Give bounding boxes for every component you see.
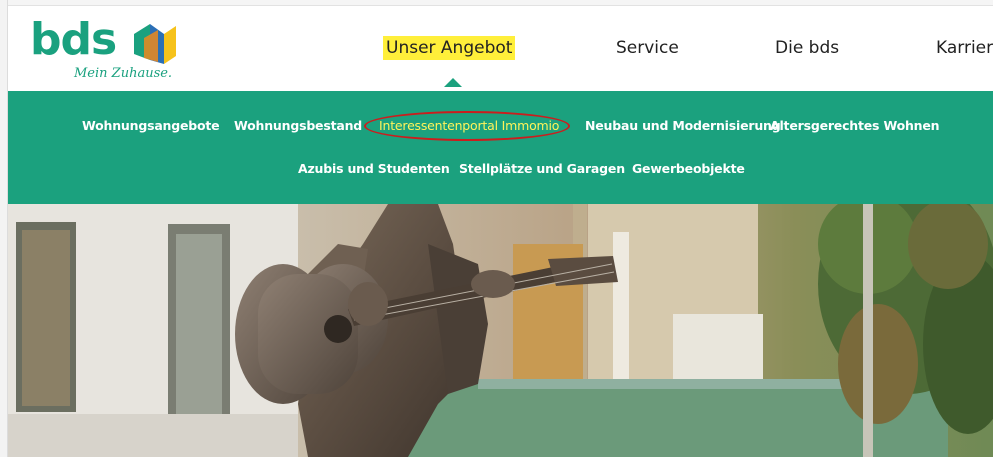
- submenu-item-gewerbeobjekte[interactable]: Gewerbeobjekte: [632, 161, 745, 176]
- site-header: bds Mein Zuhause. Unser Angebot Service …: [8, 6, 993, 91]
- submenu-item-interessentenportal[interactable]: Interessentenportal Immomio: [379, 118, 559, 133]
- active-nav-caret: [444, 78, 462, 87]
- logo-wordmark: bds: [30, 14, 117, 65]
- nav-service[interactable]: Service: [616, 38, 679, 58]
- submenu-item-stellplaetze[interactable]: Stellplätze und Garagen: [459, 161, 625, 176]
- nav-label: Unser Angebot: [383, 36, 516, 60]
- nav-unser-angebot[interactable]: Unser Angebot: [383, 36, 516, 60]
- submenu: Wohnungsangebote Wohnungsbestand Interes…: [8, 91, 993, 204]
- submenu-item-azubis[interactable]: Azubis und Studenten: [298, 161, 450, 176]
- house-logo-icon: [134, 24, 176, 64]
- submenu-item-wohnungsbestand[interactable]: Wohnungsbestand: [234, 118, 362, 133]
- window-top-edge: [0, 0, 993, 6]
- submenu-item-wohnungsangebote[interactable]: Wohnungsangebote: [82, 118, 220, 133]
- submenu-item-altersgerechtes-wohnen[interactable]: Altersgerechtes Wohnen: [770, 118, 940, 133]
- bds-logo[interactable]: bds Mein Zuhause.: [30, 14, 210, 94]
- logo-slogan: Mein Zuhause.: [74, 66, 173, 81]
- browser-viewport: bds Mein Zuhause. Unser Angebot Service …: [0, 0, 993, 457]
- nav-die-bds[interactable]: Die bds: [775, 38, 839, 58]
- hero-image: [8, 204, 993, 457]
- submenu-item-neubau[interactable]: Neubau und Modernisierung: [585, 118, 781, 133]
- window-left-edge: [0, 0, 8, 457]
- statue-photo: [8, 204, 993, 457]
- nav-karriere[interactable]: Karriere: [936, 38, 993, 58]
